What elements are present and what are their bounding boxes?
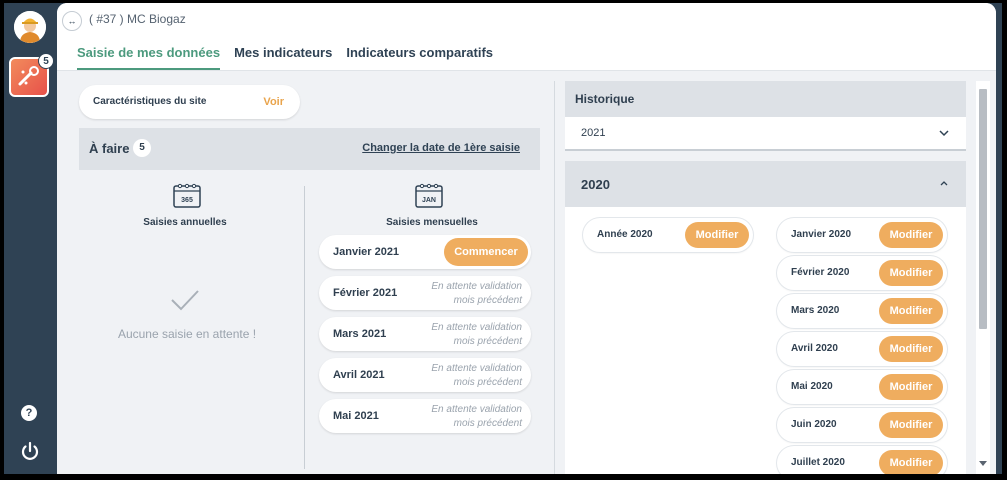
calendar-365-icon: 365	[173, 183, 201, 208]
monthly-entry-row: Février 2021 En attente validation mois p…	[319, 276, 531, 310]
todo-count-badge: 5	[133, 139, 151, 157]
checkmark-icon	[171, 290, 199, 311]
top-bar: ↔ ( #37 ) MC Biogaz Saisie de mes donnée…	[57, 3, 996, 71]
monthly-history-row: Juin 2020 Modifier	[777, 408, 947, 442]
monthly-history-label: Février 2020	[791, 267, 850, 278]
monthly-entry-row: Janvier 2021 Commencer	[319, 235, 531, 269]
edit-month-button[interactable]: Modifier	[879, 260, 943, 286]
tab-indicateurs[interactable]: Mes indicateurs	[234, 45, 332, 70]
panel-divider	[554, 81, 555, 474]
monthly-history-row: Février 2020 Modifier	[777, 256, 947, 290]
pending-status: En attente validation mois précédent	[431, 281, 522, 306]
year-accordion-header[interactable]: 2020	[565, 161, 966, 207]
history-year-select[interactable]: 2021	[565, 117, 966, 151]
tab-comparatifs[interactable]: Indicateurs comparatifs	[346, 45, 493, 70]
calendar-365-label: 365	[181, 197, 193, 204]
pending-status: En attente validation mois précédent	[431, 363, 522, 388]
sidebar: 5 ?	[4, 3, 57, 474]
site-characteristics-card: Caractéristiques du site Voir	[79, 85, 300, 119]
annual-entries-title: Saisies annuelles	[143, 217, 227, 228]
start-entry-button[interactable]: Commencer	[444, 238, 528, 266]
chevron-down-icon	[939, 130, 949, 137]
main-panel: ↔ ( #37 ) MC Biogaz Saisie de mes donnée…	[57, 3, 996, 474]
history-title: Historique	[575, 92, 635, 106]
monthly-entries-title: Saisies mensuelles	[386, 217, 478, 228]
column-divider	[304, 186, 305, 469]
annual-history-row: Année 2020 Modifier	[583, 218, 753, 252]
view-characteristics-link[interactable]: Voir	[263, 96, 284, 108]
edit-month-button[interactable]: Modifier	[879, 450, 943, 474]
monthly-entry-month: Février 2021	[333, 287, 398, 299]
wrench-icon	[18, 66, 39, 86]
monthly-history-label: Avril 2020	[791, 343, 838, 354]
monthly-history-row: Mars 2020 Modifier	[777, 294, 947, 328]
scroll-down-arrow-icon[interactable]	[979, 461, 987, 466]
tab-bar: Saisie de mes données Mes indicateurs In…	[77, 45, 493, 70]
app-window: 5 ? ↔ ( #37 ) MC Biogaz Saisie de mes do…	[4, 3, 1002, 474]
annual-history-label: Année 2020	[597, 229, 653, 240]
monthly-entry-row: Mai 2021 En attente validation mois précé…	[319, 399, 531, 433]
monthly-history-label: Juillet 2020	[791, 457, 845, 468]
tab-saisie[interactable]: Saisie de mes données	[77, 45, 221, 70]
edit-month-button[interactable]: Modifier	[879, 374, 943, 400]
app-badge-count: 5	[38, 53, 54, 69]
site-characteristics-label: Caractéristiques du site	[93, 96, 207, 107]
power-icon[interactable]	[19, 440, 41, 462]
pending-status: En attente validation mois précédent	[431, 322, 522, 347]
window-frame: 5 ? ↔ ( #37 ) MC Biogaz Saisie de mes do…	[0, 0, 1007, 480]
help-icon[interactable]: ?	[21, 405, 37, 421]
history-scrollbar[interactable]	[976, 81, 990, 474]
worker-avatar-icon	[14, 11, 46, 43]
edit-month-button[interactable]: Modifier	[879, 336, 943, 362]
monthly-history-row: Avril 2020 Modifier	[777, 332, 947, 366]
year-2020-panel: 2020 Année 2020 Modifier Janvier 2020 Mo…	[565, 161, 966, 474]
todo-title: À faire	[89, 141, 130, 156]
edit-month-button[interactable]: Modifier	[879, 222, 943, 248]
scrollbar-thumb[interactable]	[979, 89, 987, 329]
todo-header: À faire 5 Changer la date de 1ère saisie	[79, 128, 540, 170]
monthly-history-row: Juillet 2020 Modifier	[777, 446, 947, 474]
calendar-jan-label: JAN	[422, 197, 436, 204]
edit-annual-button[interactable]: Modifier	[685, 222, 749, 248]
change-first-entry-date-link[interactable]: Changer la date de 1ère saisie	[362, 142, 520, 154]
empty-annual-message: Aucune saisie en attente !	[117, 327, 257, 341]
monthly-entry-row: Mars 2021 En attente validation mois préc…	[319, 317, 531, 351]
content-area: Caractéristiques du site Voir À faire 5 …	[57, 71, 996, 474]
monthly-history-row: Mai 2020 Modifier	[777, 370, 947, 404]
monthly-entry-month: Janvier 2021	[333, 246, 400, 258]
monthly-entry-month: Avril 2021	[333, 369, 385, 381]
edit-month-button[interactable]: Modifier	[879, 298, 943, 324]
monthly-entry-month: Mai 2021	[333, 410, 379, 422]
selected-year: 2021	[581, 127, 606, 139]
monthly-entry-month: Mars 2021	[333, 328, 387, 340]
expand-toggle-icon[interactable]: ↔	[62, 11, 82, 31]
site-title: ( #37 ) MC Biogaz	[89, 12, 186, 26]
calendar-jan-icon: JAN	[415, 183, 443, 208]
monthly-history-label: Mai 2020	[791, 381, 833, 392]
monthly-history-label: Juin 2020	[791, 419, 837, 430]
monthly-entry-row: Avril 2021 En attente validation mois pré…	[319, 358, 531, 392]
monthly-history-label: Mars 2020	[791, 305, 840, 316]
monthly-history-row: Janvier 2020 Modifier	[777, 218, 947, 252]
monthly-history-label: Janvier 2020	[791, 229, 852, 240]
expanded-year-label: 2020	[581, 177, 610, 192]
user-avatar[interactable]	[14, 11, 46, 43]
pending-status: En attente validation mois précédent	[431, 404, 522, 429]
chevron-up-icon	[940, 181, 948, 186]
edit-month-button[interactable]: Modifier	[879, 412, 943, 438]
history-header: Historique	[565, 81, 966, 117]
